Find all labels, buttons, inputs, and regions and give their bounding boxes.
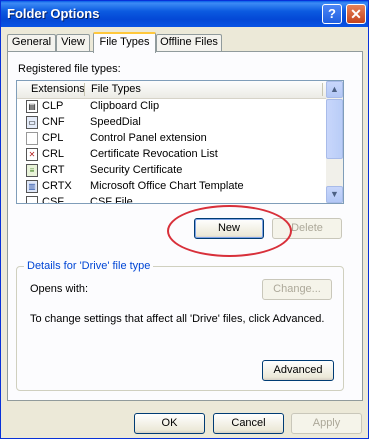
title-bar[interactable]: Folder Options ? ✕ (1, 1, 368, 27)
list-item[interactable]: ▥ CRTX Microsoft Office Chart Template (17, 179, 327, 195)
details-group-title: Details for 'Drive' file type (24, 260, 154, 272)
tab-file-types[interactable]: File Types (93, 32, 156, 53)
new-button-label: New (217, 222, 240, 234)
list-item[interactable]: ▤ CLP Clipboard Clip (17, 99, 327, 115)
list-item[interactable]: ≡ CRT Security Certificate (17, 163, 327, 179)
list-item-type: Control Panel extension (90, 132, 207, 144)
column-separator[interactable] (322, 83, 323, 96)
window-title: Folder Options (7, 6, 100, 21)
scroll-down-arrow-icon[interactable]: ▼ (326, 186, 343, 203)
list-item-extension: CNF (42, 116, 65, 128)
apply-button[interactable]: Apply (291, 413, 362, 434)
certificate-file-icon: ≡ (26, 164, 38, 177)
list-item-type: CSF File (90, 196, 133, 204)
list-item-type: Security Certificate (90, 164, 183, 176)
column-header-file-types[interactable]: File Types (91, 83, 141, 95)
tab-general[interactable]: General (7, 34, 56, 51)
list-item-extension: CSF (42, 196, 64, 204)
tab-offline-files[interactable]: Offline Files (156, 34, 222, 51)
delete-button-label: Delete (291, 222, 323, 234)
ok-button-label: OK (161, 417, 178, 429)
change-button[interactable]: Change... (262, 279, 332, 300)
list-item-type: Certificate Revocation List (90, 148, 218, 160)
list-item[interactable]: ▭ CNF SpeedDial (17, 115, 327, 131)
list-item-extension: CRT (42, 164, 65, 176)
tab-view[interactable]: View (56, 34, 90, 51)
column-separator[interactable] (84, 83, 85, 96)
generic-file-icon (26, 196, 38, 203)
list-header: Extensions File Types (17, 81, 327, 99)
list-item-type: SpeedDial (90, 116, 141, 128)
list-item-type: Clipboard Clip (90, 100, 160, 112)
speeddial-file-icon: ▭ (26, 116, 38, 129)
list-item-extension: CRTX (42, 180, 72, 192)
cancel-button[interactable]: Cancel (213, 413, 284, 434)
list-scrollbar[interactable]: ▲ ▼ (326, 81, 343, 203)
cancel-button-label: Cancel (231, 417, 266, 429)
scroll-up-arrow-icon[interactable]: ▲ (326, 81, 343, 98)
list-item-extension: CRL (42, 148, 65, 160)
list-item-extension: CLP (42, 100, 64, 112)
change-button-label: Change... (273, 283, 321, 295)
list-item[interactable]: CPL Control Panel extension (17, 131, 327, 147)
close-button[interactable]: ✕ (346, 4, 366, 24)
registered-file-types-label: Registered file types: (18, 63, 121, 75)
advanced-button-label: Advanced (273, 364, 323, 376)
help-button[interactable]: ? (322, 4, 342, 24)
certificate-revocation-file-icon: ✕ (26, 148, 38, 161)
scroll-thumb[interactable] (326, 99, 343, 159)
list-item-type: Microsoft Office Chart Template (90, 180, 244, 192)
file-types-list[interactable]: Extensions File Types ▤ CLP Clipboard Cl… (16, 80, 344, 204)
list-item[interactable]: CSF CSF File (17, 195, 327, 204)
opens-with-label: Opens with: (30, 283, 89, 295)
new-button[interactable]: New (194, 218, 264, 239)
column-header-extensions[interactable]: Extensions (31, 83, 85, 95)
delete-button[interactable]: Delete (272, 218, 342, 239)
advanced-info-text: To change settings that affect all 'Driv… (30, 313, 325, 325)
control-panel-file-icon (26, 132, 38, 145)
clipboard-file-icon: ▤ (26, 100, 38, 113)
ok-button[interactable]: OK (134, 413, 205, 434)
list-item-extension: CPL (42, 132, 64, 144)
chart-template-file-icon: ▥ (26, 180, 38, 193)
list-item[interactable]: ✕ CRL Certificate Revocation List (17, 147, 327, 163)
apply-button-label: Apply (312, 417, 341, 429)
advanced-button[interactable]: Advanced (262, 360, 334, 381)
